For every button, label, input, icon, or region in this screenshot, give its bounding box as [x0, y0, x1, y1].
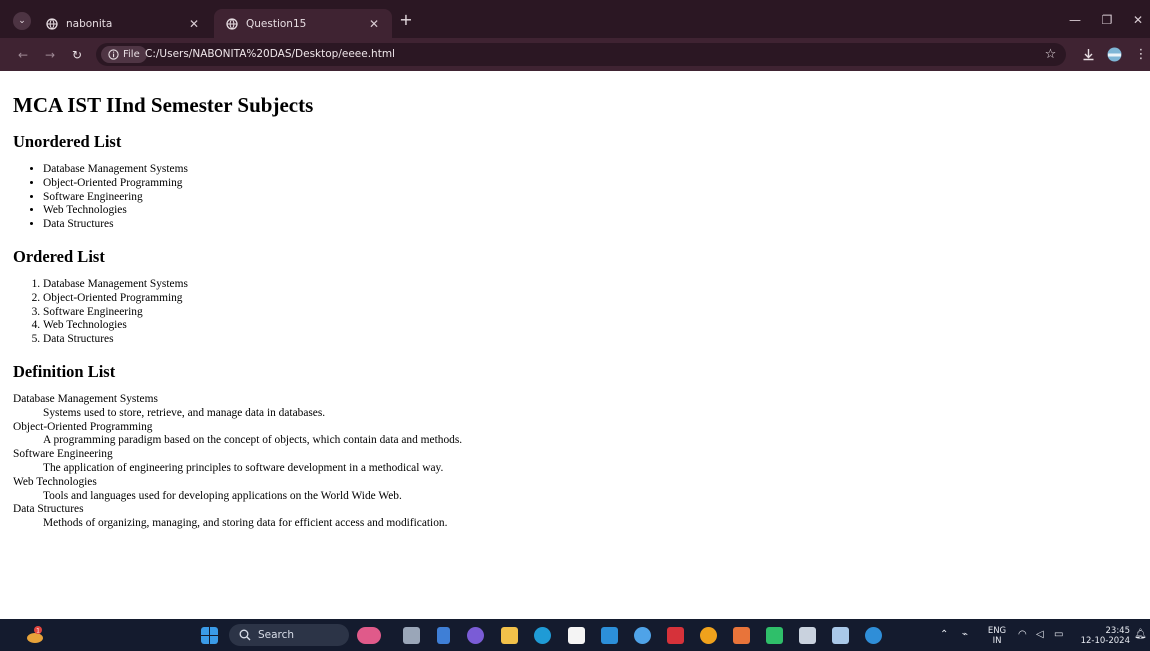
list-item: Database Management Systems [43, 163, 1137, 177]
definition-term: Database Management Systems [13, 392, 158, 405]
search-label: Search [258, 629, 295, 641]
list-item: Data Structures [43, 218, 1137, 232]
globe-icon [46, 17, 58, 30]
restore-icon[interactable]: ❐ [1099, 12, 1115, 28]
star-icon[interactable]: ☆ [1043, 47, 1058, 62]
copilot-icon[interactable] [357, 627, 381, 644]
definition-heading: Definition List [13, 361, 116, 381]
definition-description: Tools and languages used for developing … [43, 489, 402, 502]
download-icon[interactable] [1081, 47, 1096, 62]
address-bar[interactable]: File C:/Users/NABONITA%20DAS/Desktop/eee… [96, 43, 1066, 66]
definition-description: The application of engineering principle… [43, 461, 444, 474]
chrome-icon[interactable] [700, 627, 717, 644]
reload-icon[interactable]: ↻ [70, 48, 84, 62]
minimize-icon[interactable]: — [1067, 12, 1083, 28]
site-chip-label: File [123, 49, 140, 60]
page-title: MCA IST IInd Semester Subjects [13, 93, 314, 117]
tab-search-icon[interactable]: ⌄ [13, 12, 31, 30]
page-content: MCA IST IInd Semester Subjects Unordered… [0, 71, 1150, 619]
widget-badge: 1 [36, 627, 40, 634]
info-icon [108, 49, 119, 60]
taskbar-search[interactable]: Search [229, 624, 349, 646]
tab-title: nabonita [66, 17, 113, 30]
volume-icon[interactable]: ◁ [1036, 630, 1044, 640]
definition-term: Web Technologies [13, 475, 97, 488]
clock[interactable]: 23:45 12-10-2024 [1076, 626, 1130, 646]
plus-icon[interactable]: + [398, 12, 414, 28]
list-item: Software Engineering [43, 306, 1137, 320]
list-item: Database Management Systems [43, 278, 1137, 292]
forward-icon[interactable]: → [43, 48, 57, 62]
mail-icon[interactable] [601, 627, 618, 644]
tab-nabonita[interactable]: nabonita ✕ [34, 9, 212, 38]
notification-bell-icon[interactable]: 🔔︎ [1134, 630, 1147, 640]
windows-start-icon[interactable] [201, 627, 218, 644]
search-icon [239, 629, 251, 641]
unordered-heading: Unordered List [13, 132, 122, 151]
list-item: Software Engineering [43, 191, 1137, 205]
globe-icon [226, 17, 238, 30]
app-icon[interactable] [634, 627, 651, 644]
list-item: Object-Oriented Programming [43, 177, 1137, 191]
ordered-list: Database Management Systems Object-Orien… [13, 278, 1137, 347]
list-item: Web Technologies [43, 319, 1137, 333]
more-icon[interactable]: ⋮ [1134, 48, 1148, 62]
app-icon[interactable] [865, 627, 882, 644]
definition-term: Software Engineering [13, 448, 113, 461]
mcafee-icon[interactable] [667, 627, 684, 644]
app-icon[interactable] [733, 627, 750, 644]
list-item: Data Structures [43, 333, 1137, 347]
edge-icon[interactable] [534, 627, 551, 644]
definition-description: Systems used to store, retrieve, and man… [43, 406, 326, 419]
tab-title: Question15 [246, 17, 307, 30]
definition-description: Methods of organizing, managing, and sto… [43, 517, 448, 530]
battery-icon[interactable]: ▭ [1054, 630, 1063, 640]
definition-term: Object-Oriented Programming [13, 420, 153, 433]
wifi-icon[interactable]: ◠ [1018, 630, 1027, 640]
file-explorer-icon[interactable] [501, 627, 518, 644]
definition-list: Database Management Systems Systems used… [13, 393, 1137, 531]
language-code: ENG [987, 626, 1007, 636]
task-view-icon[interactable] [403, 627, 420, 644]
close-icon[interactable]: ✕ [366, 17, 382, 31]
app-icon[interactable] [799, 627, 816, 644]
store-icon[interactable] [568, 627, 585, 644]
chevron-up-icon[interactable]: ⌃ [940, 630, 948, 640]
region-code: IN [992, 636, 1002, 646]
close-icon[interactable]: ✕ [186, 17, 202, 31]
notepad-icon[interactable] [437, 627, 450, 644]
definition-description: A programming paradigm based on the conc… [43, 434, 463, 447]
windows-taskbar: 1 Search ⌃ ⌁ ENG IN ◠ ◁ ▭ 23:45 12-10-20… [0, 619, 1150, 651]
pycharm-icon[interactable] [766, 627, 783, 644]
list-item: Object-Oriented Programming [43, 292, 1137, 306]
list-item: Web Technologies [43, 204, 1137, 218]
clock-time: 23:45 [1105, 626, 1131, 636]
widgets-icon[interactable]: 1 [25, 625, 45, 645]
network-off-icon[interactable]: ⌁ [962, 630, 968, 640]
definition-term: Data Structures [13, 503, 84, 516]
profile-avatar[interactable] [1107, 47, 1122, 62]
tab-strip: ⌄ nabonita ✕ Question15 ✕ + — ❐ ✕ [0, 0, 1150, 38]
unordered-list: Database Management Systems Object-Orien… [13, 163, 1137, 232]
language-indicator[interactable]: ENG IN [986, 626, 1008, 646]
browser-toolbar: ← → ↻ File C:/Users/NABONITA%20DAS/Deskt… [0, 38, 1150, 71]
app-icon[interactable] [467, 627, 484, 644]
clock-date: 12-10-2024 [1080, 636, 1130, 646]
back-icon[interactable]: ← [16, 48, 30, 62]
close-window-icon[interactable]: ✕ [1130, 12, 1146, 28]
app-icon[interactable] [832, 627, 849, 644]
url-text[interactable]: C:/Users/NABONITA%20DAS/Desktop/eeee.htm… [145, 43, 395, 66]
site-info-chip[interactable]: File [101, 46, 147, 63]
tab-question15[interactable]: Question15 ✕ [214, 9, 392, 38]
ordered-heading: Ordered List [13, 246, 105, 266]
